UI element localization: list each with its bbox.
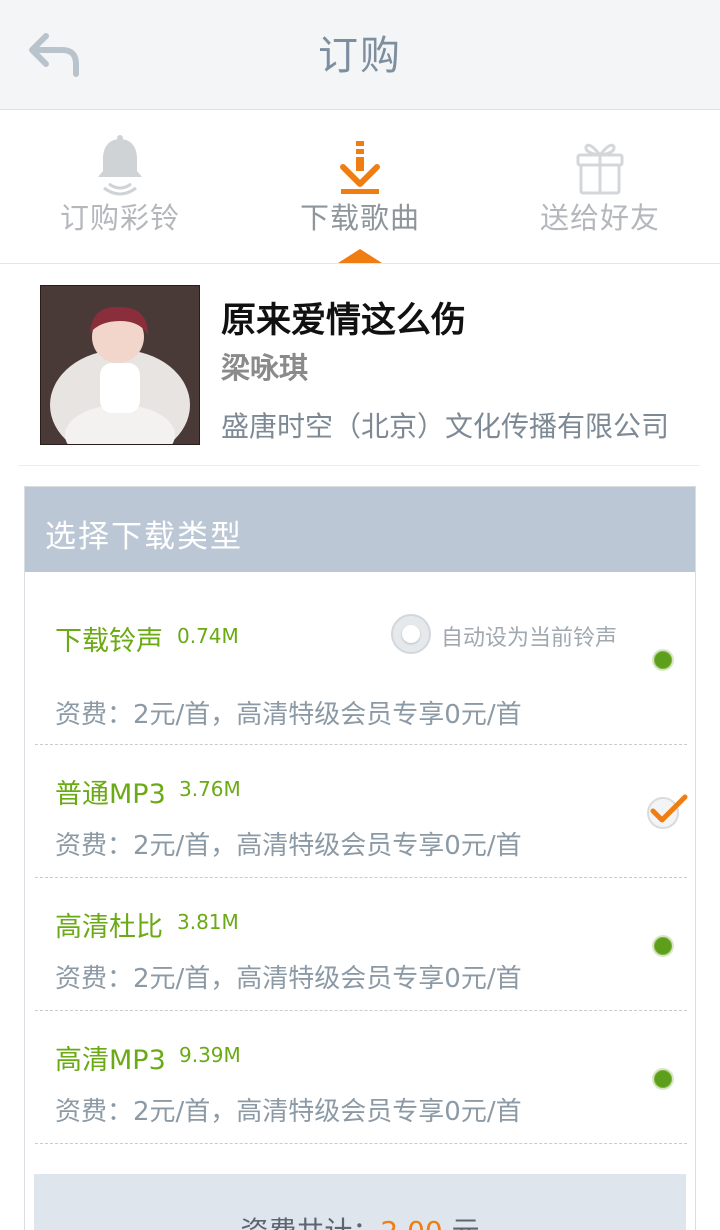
- option-name: 下载铃声: [55, 626, 163, 657]
- tab-gift-friend[interactable]: 送给好友: [480, 111, 720, 264]
- song-title: 原来爱情这么伤: [221, 301, 467, 341]
- active-tab-indicator: [338, 249, 382, 263]
- total-text: 资费共计：2.00 元: [34, 1210, 686, 1230]
- option-radio[interactable]: [652, 935, 674, 957]
- option-radio[interactable]: [652, 1068, 674, 1090]
- option-hd-mp3[interactable]: 高清MP3 9.39M 资费：2元/首，高清特级会员专享0元/首: [35, 1011, 687, 1144]
- option-price: 资费：2元/首，高清特级会员专享0元/首: [55, 964, 522, 994]
- panel-title: 选择下载类型: [45, 519, 243, 555]
- divider: [18, 465, 700, 466]
- song-info: 原来爱情这么伤 梁咏琪 盛唐时空（北京）文化传播有限公司: [0, 265, 720, 465]
- album-cover-art: [40, 285, 200, 445]
- total-suffix: 元: [443, 1215, 480, 1230]
- page-title: 订购: [318, 33, 402, 79]
- option-size: 3.76M: [179, 777, 241, 801]
- download-icon: [340, 141, 380, 194]
- total-bar: 资费共计：2.00 元: [34, 1174, 686, 1230]
- album-cover: [40, 285, 200, 445]
- option-size: 9.39M: [179, 1043, 241, 1067]
- tab-subscribe-ringback[interactable]: 订购彩铃: [0, 111, 240, 264]
- checkmark-icon[interactable]: [645, 791, 689, 831]
- option-radio[interactable]: [652, 649, 674, 671]
- option-price: 资费：2元/首，高清特级会员专享0元/首: [55, 831, 522, 861]
- total-amount: 2.00: [380, 1215, 442, 1230]
- top-bar: 订购: [0, 0, 720, 110]
- tab-label: 送给好友: [539, 201, 660, 235]
- song-publisher: 盛唐时空（北京）文化传播有限公司: [221, 410, 670, 443]
- dashed-divider: [35, 1143, 687, 1144]
- song-artist: 梁咏琪: [221, 351, 309, 385]
- option-hd-dolby[interactable]: 高清杜比 3.81M 资费：2元/首，高清特级会员专享0元/首: [35, 878, 687, 1011]
- option-size: 3.81M: [177, 910, 239, 934]
- panel-header: 选择下载类型: [25, 487, 695, 572]
- auto-set-ringtone-label: 自动设为当前铃声: [441, 626, 618, 651]
- option-size: 0.74M: [177, 624, 239, 648]
- option-ringtone[interactable]: 下载铃声 0.74M 自动设为当前铃声 资费：2元/首，高清特级会员专享0元/首: [35, 572, 687, 745]
- gift-icon: [576, 143, 624, 195]
- tab-label: 下载歌曲: [299, 201, 420, 235]
- auto-set-ringtone-radio[interactable]: [391, 614, 431, 654]
- option-price: 资费：2元/首，高清特级会员专享0元/首: [55, 700, 522, 730]
- option-price: 资费：2元/首，高清特级会员专享0元/首: [55, 1097, 522, 1127]
- download-type-panel: 选择下载类型 下载铃声 0.74M 自动设为当前铃声 资费：2元/首，高清特级会…: [24, 486, 696, 1230]
- bell-icon: [98, 135, 142, 196]
- total-prefix: 资费共计：: [240, 1215, 380, 1230]
- option-name: 高清杜比: [55, 912, 163, 943]
- tab-bar: 订购彩铃 下载歌曲 送给好友: [0, 111, 720, 264]
- tab-label: 订购彩铃: [59, 201, 180, 235]
- option-name: 普通MP3: [55, 779, 166, 810]
- option-name: 高清MP3: [55, 1045, 166, 1076]
- option-standard-mp3[interactable]: 普通MP3 3.76M 资费：2元/首，高清特级会员专享0元/首: [35, 745, 689, 878]
- tab-download-song[interactable]: 下载歌曲: [240, 111, 480, 264]
